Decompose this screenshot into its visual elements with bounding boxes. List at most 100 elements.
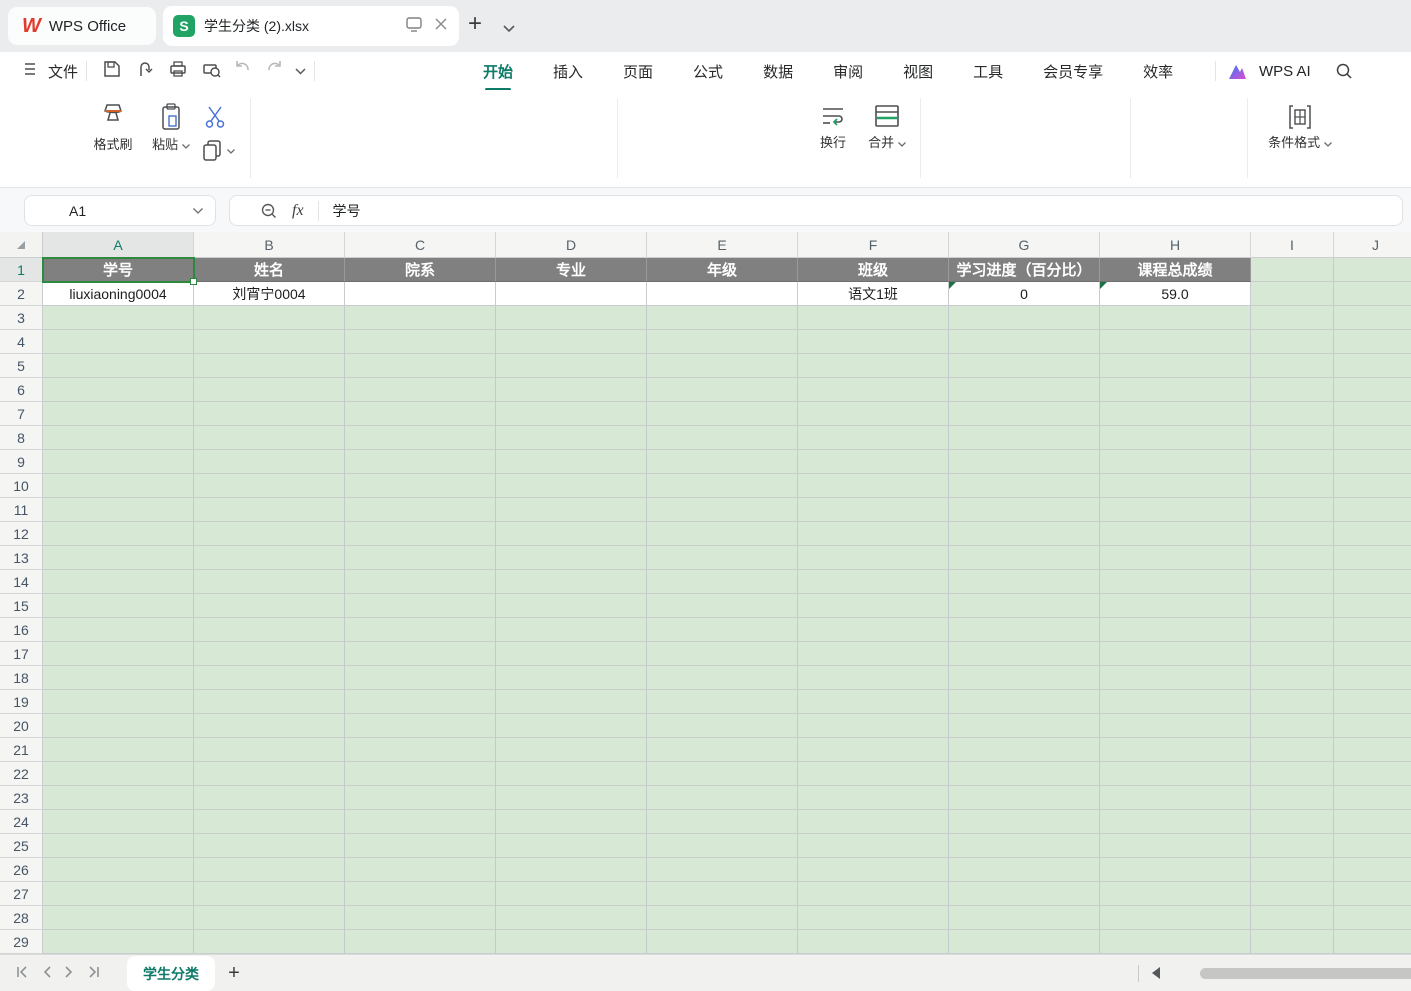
cell-E24[interactable]: [647, 810, 798, 834]
cell-F27[interactable]: [798, 882, 949, 906]
cell-A23[interactable]: [43, 786, 194, 810]
export-icon[interactable]: [134, 58, 156, 85]
cell-I26[interactable]: [1251, 858, 1334, 882]
name-box[interactable]: A1: [24, 195, 216, 226]
cell-I23[interactable]: [1251, 786, 1334, 810]
cell-A15[interactable]: [43, 594, 194, 618]
cell-H11[interactable]: [1100, 498, 1251, 522]
cell-A14[interactable]: [43, 570, 194, 594]
cell-H5[interactable]: [1100, 354, 1251, 378]
row-header-24[interactable]: 24: [0, 810, 43, 834]
cell-C29[interactable]: [345, 930, 496, 954]
cell-C14[interactable]: [345, 570, 496, 594]
cell-A24[interactable]: [43, 810, 194, 834]
formula-search-icon[interactable]: [260, 202, 278, 220]
copy-button[interactable]: [200, 138, 235, 164]
cell-H7[interactable]: [1100, 402, 1251, 426]
cell-E28[interactable]: [647, 906, 798, 930]
menu-tab-8[interactable]: 会员专享: [1043, 61, 1103, 82]
cell-D8[interactable]: [496, 426, 647, 450]
cell-D13[interactable]: [496, 546, 647, 570]
cell-F15[interactable]: [798, 594, 949, 618]
row-header-21[interactable]: 21: [0, 738, 43, 762]
cell-G1[interactable]: 学习进度（百分比）: [949, 258, 1100, 282]
row-header-17[interactable]: 17: [0, 642, 43, 666]
cell-H22[interactable]: [1100, 762, 1251, 786]
cell-J4[interactable]: [1334, 330, 1411, 354]
row-header-5[interactable]: 5: [0, 354, 43, 378]
cell-B29[interactable]: [194, 930, 345, 954]
cell-A11[interactable]: [43, 498, 194, 522]
cell-F6[interactable]: [798, 378, 949, 402]
cell-E2[interactable]: [647, 282, 798, 306]
cell-C22[interactable]: [345, 762, 496, 786]
cell-I12[interactable]: [1251, 522, 1334, 546]
cell-D17[interactable]: [496, 642, 647, 666]
menu-tab-2[interactable]: 页面: [623, 61, 653, 82]
cell-H6[interactable]: [1100, 378, 1251, 402]
cell-D23[interactable]: [496, 786, 647, 810]
row-header-4[interactable]: 4: [0, 330, 43, 354]
cell-F12[interactable]: [798, 522, 949, 546]
cell-B25[interactable]: [194, 834, 345, 858]
cell-F28[interactable]: [798, 906, 949, 930]
cell-J26[interactable]: [1334, 858, 1411, 882]
column-header-F[interactable]: F: [798, 232, 949, 258]
cell-F24[interactable]: [798, 810, 949, 834]
cell-J19[interactable]: [1334, 690, 1411, 714]
row-header-6[interactable]: 6: [0, 378, 43, 402]
cell-F16[interactable]: [798, 618, 949, 642]
cell-B20[interactable]: [194, 714, 345, 738]
fx-icon[interactable]: fx: [292, 202, 304, 220]
cell-H29[interactable]: [1100, 930, 1251, 954]
cell-G11[interactable]: [949, 498, 1100, 522]
cell-A16[interactable]: [43, 618, 194, 642]
cell-J1[interactable]: [1334, 258, 1411, 282]
redo-icon[interactable]: [264, 60, 284, 83]
menu-tab-0[interactable]: 开始: [483, 61, 513, 82]
cell-G5[interactable]: [949, 354, 1100, 378]
cell-G9[interactable]: [949, 450, 1100, 474]
cell-E20[interactable]: [647, 714, 798, 738]
cell-I4[interactable]: [1251, 330, 1334, 354]
cell-D2[interactable]: [496, 282, 647, 306]
cell-E1[interactable]: 年级: [647, 258, 798, 282]
cell-H4[interactable]: [1100, 330, 1251, 354]
cell-E21[interactable]: [647, 738, 798, 762]
cell-B9[interactable]: [194, 450, 345, 474]
cell-F9[interactable]: [798, 450, 949, 474]
cell-C24[interactable]: [345, 810, 496, 834]
menu-tab-7[interactable]: 工具: [973, 61, 1003, 82]
row-header-27[interactable]: 27: [0, 882, 43, 906]
cell-E7[interactable]: [647, 402, 798, 426]
cell-H3[interactable]: [1100, 306, 1251, 330]
cell-J3[interactable]: [1334, 306, 1411, 330]
menu-tab-1[interactable]: 插入: [553, 61, 583, 82]
cell-G21[interactable]: [949, 738, 1100, 762]
cell-G26[interactable]: [949, 858, 1100, 882]
cell-A2[interactable]: liuxiaoning0004: [43, 282, 194, 306]
cell-C18[interactable]: [345, 666, 496, 690]
cell-E29[interactable]: [647, 930, 798, 954]
column-header-E[interactable]: E: [647, 232, 798, 258]
cell-I18[interactable]: [1251, 666, 1334, 690]
new-document-button[interactable]: +: [468, 12, 482, 36]
cell-G3[interactable]: [949, 306, 1100, 330]
cell-B6[interactable]: [194, 378, 345, 402]
cell-A6[interactable]: [43, 378, 194, 402]
cell-B26[interactable]: [194, 858, 345, 882]
cell-E4[interactable]: [647, 330, 798, 354]
column-header-H[interactable]: H: [1100, 232, 1251, 258]
row-header-18[interactable]: 18: [0, 666, 43, 690]
cell-G10[interactable]: [949, 474, 1100, 498]
cell-A27[interactable]: [43, 882, 194, 906]
cell-D25[interactable]: [496, 834, 647, 858]
cell-D11[interactable]: [496, 498, 647, 522]
cell-E9[interactable]: [647, 450, 798, 474]
cell-A28[interactable]: [43, 906, 194, 930]
cell-C15[interactable]: [345, 594, 496, 618]
column-header-I[interactable]: I: [1251, 232, 1334, 258]
cell-C4[interactable]: [345, 330, 496, 354]
cell-D19[interactable]: [496, 690, 647, 714]
cell-G19[interactable]: [949, 690, 1100, 714]
